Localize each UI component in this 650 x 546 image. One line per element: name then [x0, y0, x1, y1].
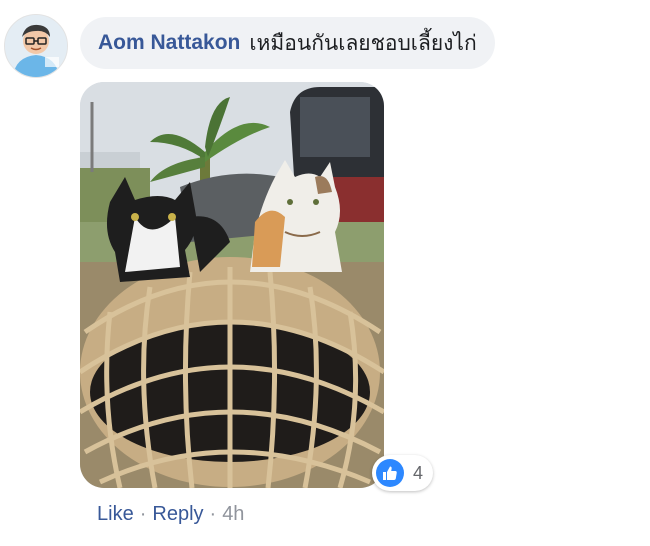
separator-dot: · [139, 503, 147, 525]
comment-author[interactable]: Aom Nattakon [98, 31, 240, 55]
author-avatar[interactable] [4, 14, 68, 78]
separator-dot: · [209, 503, 217, 525]
comment-actions: Like · Reply · 4h [97, 503, 244, 526]
like-link[interactable]: Like [97, 503, 134, 526]
like-icon [376, 459, 404, 487]
cats-on-basket-image [80, 82, 384, 488]
comment-timestamp[interactable]: 4h [222, 503, 244, 526]
comment-bubble: Aom Nattakon เหมือนกันเลยชอบเลี้ยงไก่ [80, 17, 495, 69]
reaction-count: 4 [413, 462, 424, 483]
reaction-summary[interactable]: 4 [372, 455, 434, 491]
avatar-image [5, 15, 67, 77]
comment-photo[interactable] [80, 82, 384, 488]
comment-text: เหมือนกันเลยชอบเลี้ยงไก่ [249, 31, 477, 55]
reply-link[interactable]: Reply [152, 503, 203, 526]
thumbs-up-icon [383, 466, 397, 480]
